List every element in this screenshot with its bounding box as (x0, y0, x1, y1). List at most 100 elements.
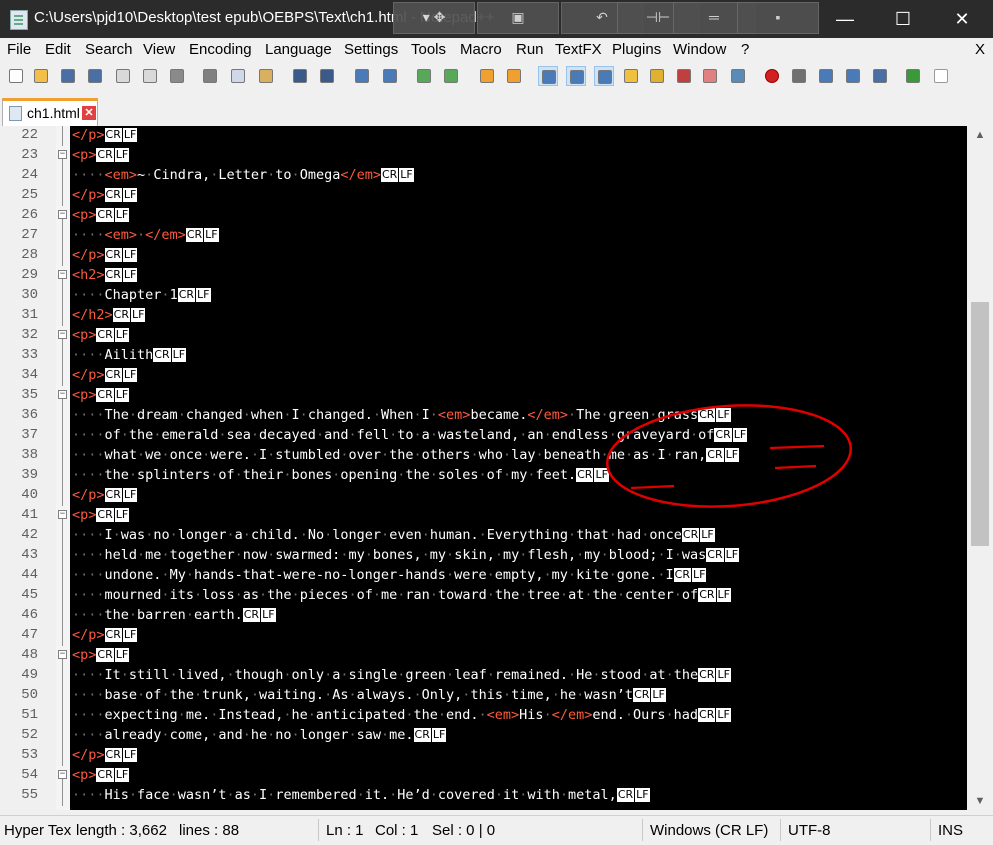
fold-toggle-icon[interactable]: − (58, 510, 67, 519)
editor-line[interactable]: 40 </p>CR LF (0, 486, 967, 506)
editor-line[interactable]: 29 − <h2>CR LF (0, 266, 967, 286)
zoom-in-icon[interactable] (414, 66, 434, 86)
editor-line[interactable]: 35 − <p>CR LF (0, 386, 967, 406)
editor-line[interactable]: 37 ····of·the·emerald·sea·decayed·and·fel… (0, 426, 967, 446)
close-window-button[interactable]: ✕ (933, 0, 991, 38)
playback-icon[interactable] (816, 66, 836, 86)
editor-line[interactable]: 36 ····The·dream·changed·when·I·changed.·… (0, 406, 967, 426)
menu-file[interactable]: File (7, 41, 31, 58)
save-all-icon[interactable] (85, 66, 105, 86)
fold-toggle-icon[interactable]: − (58, 270, 67, 279)
editor-line[interactable]: 47 </p>CR LF (0, 626, 967, 646)
new-file-icon[interactable] (6, 66, 26, 86)
function-list-icon[interactable] (674, 66, 694, 86)
stop-record-icon[interactable] (789, 66, 809, 86)
editor-line[interactable]: 24 ····<em>~·Cindra,·Letter·to·Omega</em>… (0, 166, 967, 186)
scroll-down-arrow-icon[interactable]: ▼ (967, 792, 993, 810)
menu-help[interactable]: ? (741, 41, 749, 58)
cut-icon[interactable] (200, 66, 220, 86)
menu-textfx[interactable]: TextFX (555, 41, 602, 58)
replace-icon[interactable] (380, 66, 400, 86)
editor-line[interactable]: 49 ····It·still·lived,·though·only·a·sing… (0, 666, 967, 686)
editor-line[interactable]: 28 </p>CR LF (0, 246, 967, 266)
editor-line[interactable]: 52 ····already·come,·and·he·no·longer·saw… (0, 726, 967, 746)
menu-run[interactable]: Run (516, 41, 544, 58)
menu-tools[interactable]: Tools (411, 41, 446, 58)
fold-toggle-icon[interactable]: − (58, 330, 67, 339)
sync-vertical-icon[interactable] (477, 66, 497, 86)
editor-line[interactable]: 50 ····base·of·the·trunk,·waiting.·As·alw… (0, 686, 967, 706)
open-file-icon[interactable] (31, 66, 51, 86)
overlay-button-2[interactable]: ▣ (477, 2, 559, 34)
editor-line[interactable]: 46 ····the·barren·earth.CR LF (0, 606, 967, 626)
scroll-up-arrow-icon[interactable]: ▲ (967, 126, 993, 144)
maximize-button[interactable]: ☐ (874, 0, 932, 38)
minimize-button[interactable]: — (816, 0, 874, 38)
editor-line[interactable]: 26 − <p>CR LF (0, 206, 967, 226)
folder-as-workspace-icon[interactable] (700, 66, 720, 86)
editor-line[interactable]: 38 ····what·we·once·were.·I·stumbled·over… (0, 446, 967, 466)
menu-edit[interactable]: Edit (45, 41, 71, 58)
sync-horizontal-icon[interactable] (504, 66, 524, 86)
user-language-icon[interactable] (621, 66, 641, 86)
editor-line[interactable]: 51 ····expecting·me.·Instead,·he·anticipa… (0, 706, 967, 726)
record-macro-icon[interactable] (762, 66, 782, 86)
spell-check-icon[interactable] (903, 66, 923, 86)
editor-line[interactable]: 39 ····the·splinters·of·their·bones·openi… (0, 466, 967, 486)
editor-line[interactable]: 41 − <p>CR LF (0, 506, 967, 526)
editor-line[interactable]: 48 − <p>CR LF (0, 646, 967, 666)
zoom-out-icon[interactable] (441, 66, 461, 86)
menu-encoding[interactable]: Encoding (189, 41, 252, 58)
editor-line[interactable]: 53 </p>CR LF (0, 746, 967, 766)
tab-close-icon[interactable]: ✕ (82, 106, 96, 120)
editor-line[interactable]: 27 ····<em>·</em>CR LF (0, 226, 967, 246)
editor-line[interactable]: 33 ····AilithCR LF (0, 346, 967, 366)
close-all-icon[interactable] (140, 66, 160, 86)
doc-map-icon[interactable] (647, 66, 667, 86)
editor-line[interactable]: 31 </h2>CR LF (0, 306, 967, 326)
run-macro-multiple-icon[interactable] (843, 66, 863, 86)
save-icon[interactable] (58, 66, 78, 86)
editor-line[interactable]: 42 ····I·was·no·longer·a·child.·No·longer… (0, 526, 967, 546)
monitoring-icon[interactable] (728, 66, 748, 86)
abc-spell-icon[interactable] (931, 66, 951, 86)
overlay-button-6[interactable]: ▪ (737, 2, 819, 34)
editor-line[interactable]: 44 ····undone.·My·hands-that-were-no-long… (0, 566, 967, 586)
overlay-button-1[interactable]: ▾ ✥ (393, 2, 475, 34)
editor-line[interactable]: 45 ····mourned·its·loss·as·the·pieces·of·… (0, 586, 967, 606)
menu-view[interactable]: View (143, 41, 175, 58)
menu-search[interactable]: Search (85, 41, 133, 58)
word-wrap-icon[interactable] (538, 66, 558, 86)
close-icon[interactable] (113, 66, 133, 86)
editor-line[interactable]: 54 − <p>CR LF (0, 766, 967, 786)
fold-toggle-icon[interactable]: − (58, 770, 67, 779)
editor-line[interactable]: 34 </p>CR LF (0, 366, 967, 386)
editor-line[interactable]: 32 − <p>CR LF (0, 326, 967, 346)
menu-language[interactable]: Language (265, 41, 332, 58)
redo-icon[interactable] (317, 66, 337, 86)
show-all-chars-icon[interactable] (566, 66, 586, 86)
menu-macro[interactable]: Macro (460, 41, 502, 58)
menu-plugins[interactable]: Plugins (612, 41, 661, 58)
editor-line[interactable]: 22 </p>CR LF (0, 126, 967, 146)
editor-line[interactable]: 30 ····Chapter·1CR LF (0, 286, 967, 306)
scroll-thumb[interactable] (971, 302, 989, 546)
editor-line[interactable]: 55 ····His·face·wasn’t·as·I·remembered·it… (0, 786, 967, 806)
save-macro-icon[interactable] (870, 66, 890, 86)
fold-toggle-icon[interactable]: − (58, 150, 67, 159)
paste-icon[interactable] (256, 66, 276, 86)
editor-line[interactable]: 23 − <p>CR LF (0, 146, 967, 166)
copy-icon[interactable] (228, 66, 248, 86)
undo-icon[interactable] (290, 66, 310, 86)
fold-toggle-icon[interactable]: − (58, 210, 67, 219)
editor[interactable]: 22 </p>CR LF 23− <p>CR LF 24 ····<em>~·Cindra,·… (0, 126, 993, 810)
menu-window[interactable]: Window (673, 41, 726, 58)
editor-line[interactable]: 43 ····held·me·together·now·swarmed:·my·b… (0, 546, 967, 566)
fold-toggle-icon[interactable]: − (58, 390, 67, 399)
menu-settings[interactable]: Settings (344, 41, 398, 58)
editor-line[interactable]: 25 </p>CR LF (0, 186, 967, 206)
print-icon[interactable] (167, 66, 187, 86)
indent-guide-icon[interactable] (594, 66, 614, 86)
fold-toggle-icon[interactable]: − (58, 650, 67, 659)
vertical-scrollbar[interactable]: ▲ ▼ (967, 126, 993, 810)
